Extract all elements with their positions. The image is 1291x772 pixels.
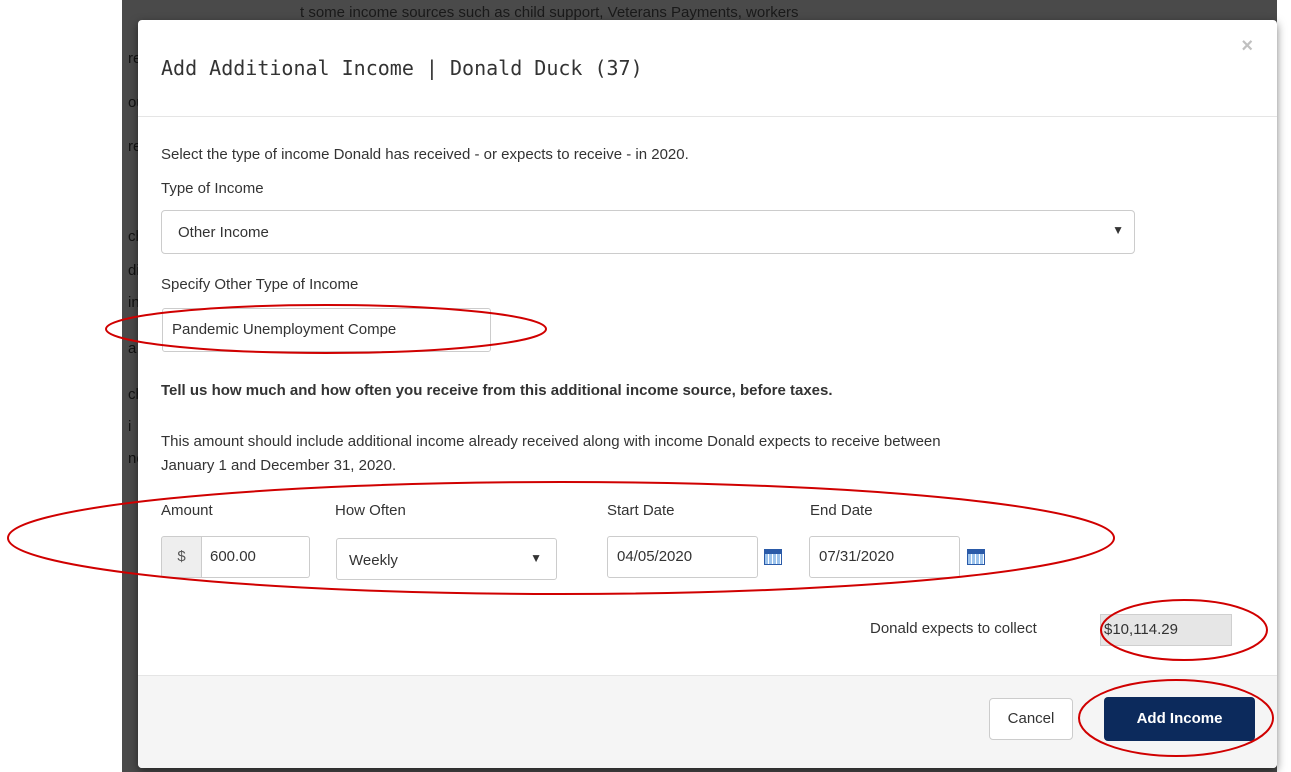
amount-label: Amount <box>161 502 213 519</box>
chevron-down-icon: ▼ <box>1112 223 1124 237</box>
income-type-select[interactable]: Other Income ▼ <box>161 210 1135 254</box>
modal-footer: Cancel Add Income <box>138 675 1277 768</box>
background-text: t some income sources such as child supp… <box>300 4 799 21</box>
start-date-input[interactable]: 04/05/2020 <box>607 536 758 578</box>
other-type-value: Pandemic Unemployment Compe <box>172 321 397 338</box>
modal-header: Add Additional Income | Donald Duck (37)… <box>138 20 1277 117</box>
income-type-label: Type of Income <box>161 180 264 197</box>
how-often-value: Weekly <box>349 552 398 569</box>
chevron-down-icon: ▼ <box>530 551 542 565</box>
other-type-input[interactable]: Pandemic Unemployment Compe <box>162 308 491 352</box>
calendar-icon[interactable] <box>967 549 985 565</box>
end-date-input[interactable]: 07/31/2020 <box>809 536 960 578</box>
background-fragment: a <box>128 340 137 357</box>
intro-text: Select the type of income Donald has rec… <box>161 146 689 163</box>
instruction-text: Tell us how much and how often you recei… <box>161 382 833 399</box>
how-often-label: How Often <box>335 502 406 519</box>
how-often-select[interactable]: Weekly ▼ <box>336 538 557 580</box>
description-line: January 1 and December 31, 2020. <box>161 457 397 474</box>
add-income-modal: Add Additional Income | Donald Duck (37)… <box>138 20 1277 768</box>
amount-input-group: $ 600.00 <box>161 536 310 578</box>
modal-title: Add Additional Income | Donald Duck (37) <box>161 56 643 80</box>
income-type-value: Other Income <box>178 224 269 241</box>
start-date-label: Start Date <box>607 502 675 519</box>
collect-label: Donald expects to collect <box>870 620 1037 637</box>
currency-prefix: $ <box>161 536 202 578</box>
description-line: This amount should include additional in… <box>161 433 941 450</box>
add-income-button[interactable]: Add Income <box>1104 697 1255 741</box>
cancel-button[interactable]: Cancel <box>989 698 1073 740</box>
other-type-label: Specify Other Type of Income <box>161 276 359 293</box>
collect-total: $10,114.29 <box>1100 614 1232 646</box>
end-date-label: End Date <box>810 502 873 519</box>
calendar-icon[interactable] <box>764 549 782 565</box>
amount-input[interactable]: 600.00 <box>202 536 310 578</box>
close-icon[interactable]: × <box>1241 36 1253 56</box>
background-fragment: i <box>128 418 132 435</box>
